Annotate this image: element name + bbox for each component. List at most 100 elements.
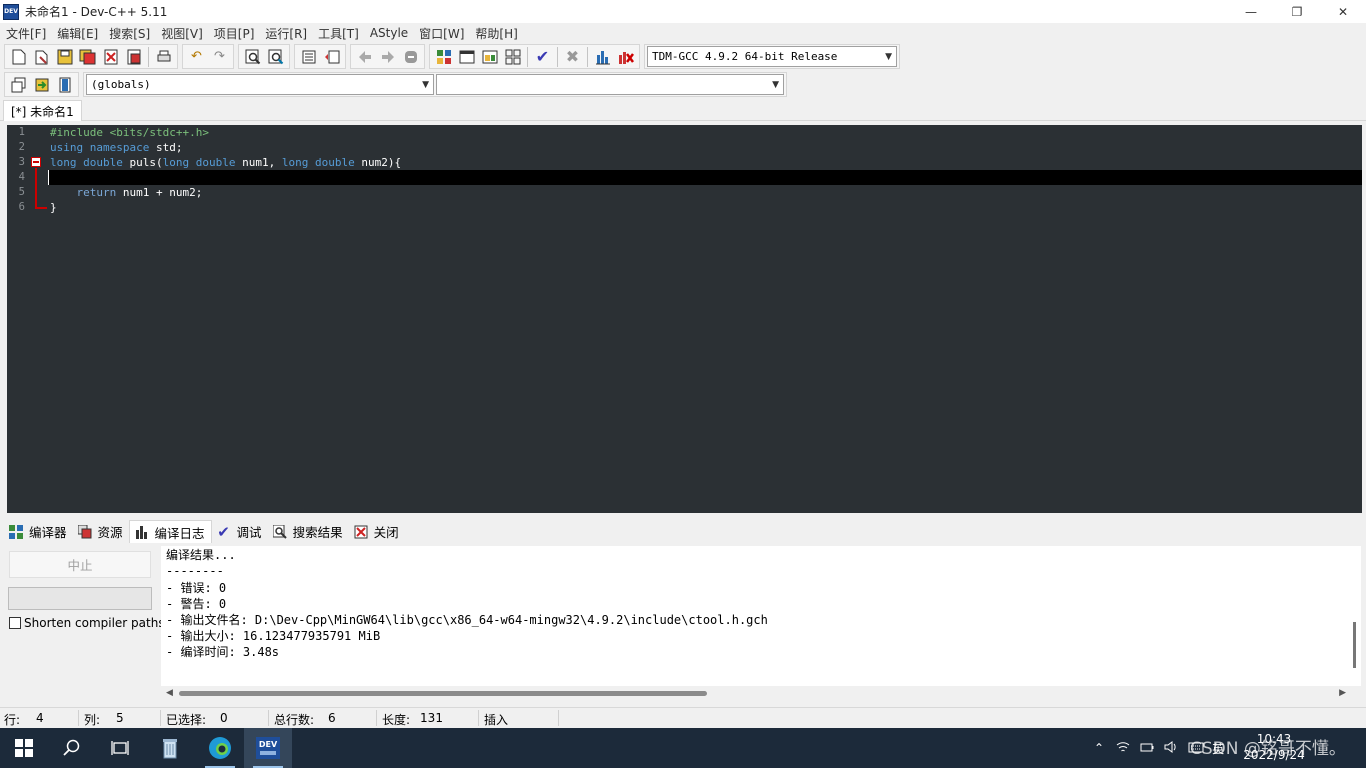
code-token: double bbox=[195, 156, 236, 169]
close-icon bbox=[353, 524, 369, 540]
scroll-left-icon[interactable]: ◀ bbox=[166, 688, 173, 698]
insert-snippet-icon[interactable] bbox=[7, 74, 30, 96]
scroll-right-icon[interactable]: ▶ bbox=[1339, 688, 1346, 698]
close-window-button[interactable]: ✕ bbox=[1320, 0, 1366, 23]
shorten-paths-checkbox[interactable] bbox=[9, 617, 21, 629]
scrollbar-thumb[interactable] bbox=[179, 691, 707, 696]
tab-resources-label: 资源 bbox=[97, 525, 123, 540]
compiler-toolbar: TDM-GCC 4.9.2 64-bit Release ▼ bbox=[644, 44, 900, 69]
save-all-icon[interactable] bbox=[76, 46, 99, 68]
edge-browser-icon[interactable] bbox=[196, 728, 244, 768]
status-divider bbox=[558, 710, 559, 726]
scope-select-value: (globals) bbox=[91, 78, 151, 91]
task-view-icon[interactable] bbox=[96, 728, 144, 768]
tab-resources[interactable]: 资源 bbox=[73, 520, 129, 543]
goto-line-icon[interactable] bbox=[399, 46, 422, 68]
recycle-bin-icon[interactable] bbox=[146, 728, 194, 768]
member-select[interactable]: ▼ bbox=[436, 74, 784, 95]
code-token: long bbox=[281, 156, 309, 169]
tab-debug[interactable]: ✔ 调试 bbox=[212, 520, 268, 543]
battery-icon[interactable] bbox=[1140, 741, 1154, 756]
search-icon bbox=[272, 524, 288, 540]
log-line: - 输出文件名: D:\Dev-Cpp\MinGW64\lib\gcc\x86_… bbox=[166, 613, 768, 627]
add-to-project-icon[interactable] bbox=[478, 46, 501, 68]
windows-taskbar: DEV ⌃ 英 10:43 2022/9/24 bbox=[0, 728, 1366, 768]
new-file-icon[interactable] bbox=[7, 46, 30, 68]
tab-search-results[interactable]: 搜索结果 bbox=[268, 520, 349, 543]
shorten-paths-option[interactable]: Shorten compiler paths bbox=[9, 616, 165, 630]
search-icon[interactable] bbox=[48, 728, 96, 768]
status-divider bbox=[376, 710, 377, 726]
print-icon[interactable] bbox=[152, 46, 175, 68]
menu-run[interactable]: 运行[R] bbox=[261, 25, 311, 42]
open-file-icon[interactable] bbox=[30, 46, 53, 68]
project-options-icon[interactable] bbox=[455, 46, 478, 68]
stop-execution-icon[interactable]: ✖ bbox=[561, 46, 584, 68]
devcpp-taskbar-icon[interactable]: DEV bbox=[244, 728, 292, 768]
fold-collapse-icon[interactable] bbox=[31, 157, 41, 167]
close-all-icon[interactable] bbox=[122, 46, 145, 68]
network-icon[interactable] bbox=[1116, 741, 1130, 756]
log-vertical-scrollbar[interactable] bbox=[1351, 546, 1361, 686]
chevron-up-icon[interactable]: ⌃ bbox=[1094, 741, 1104, 755]
menu-file[interactable]: 文件[F] bbox=[2, 25, 50, 42]
menu-view[interactable]: 视图[V] bbox=[157, 25, 207, 42]
status-mode-label: 插入 bbox=[484, 713, 509, 727]
chevron-down-icon: ▼ bbox=[772, 79, 779, 90]
scope-select[interactable]: (globals) ▼ bbox=[86, 74, 434, 95]
class-browser-icon[interactable] bbox=[501, 46, 524, 68]
new-project-icon[interactable] bbox=[432, 46, 455, 68]
status-length: 长度: 131 bbox=[382, 711, 443, 728]
tab-close-panel[interactable]: 关闭 bbox=[349, 520, 405, 543]
status-divider bbox=[268, 710, 269, 726]
menu-search[interactable]: 搜索[S] bbox=[105, 25, 154, 42]
menu-project[interactable]: 项目[P] bbox=[210, 25, 259, 42]
tab-untitled1[interactable]: [*] 未命名1 bbox=[3, 100, 82, 121]
code-line: long double puls(long double num1, long … bbox=[50, 155, 401, 170]
redo-icon[interactable]: ↷ bbox=[208, 46, 231, 68]
tab-compiler[interactable]: 编译器 bbox=[4, 520, 73, 543]
find-icon[interactable] bbox=[241, 46, 264, 68]
log-horizontal-scrollbar[interactable]: ◀ ▶ bbox=[161, 686, 1351, 700]
undo-icon[interactable]: ↶ bbox=[185, 46, 208, 68]
unindent-icon[interactable] bbox=[320, 46, 343, 68]
log-line: 编译结果... bbox=[166, 548, 236, 562]
profile-chart-icon[interactable] bbox=[591, 46, 614, 68]
indent-icon[interactable] bbox=[297, 46, 320, 68]
toolbar-separator bbox=[148, 46, 149, 67]
code-editor[interactable]: 1 2 3 4 5 6 #include <bits/stdc++.h> usin… bbox=[7, 125, 1362, 513]
menu-tools[interactable]: 工具[T] bbox=[314, 25, 363, 42]
menu-help[interactable]: 帮助[H] bbox=[471, 25, 521, 42]
menu-edit[interactable]: 编辑[E] bbox=[53, 25, 102, 42]
bar-chart-icon bbox=[134, 524, 150, 540]
next-bookmark-icon[interactable] bbox=[376, 46, 399, 68]
close-file-icon[interactable] bbox=[99, 46, 122, 68]
bottom-panel-tabs: 编译器 资源 编译日志 ✔ 调试 搜索结果 关闭 bbox=[0, 519, 1366, 544]
save-icon[interactable] bbox=[53, 46, 76, 68]
status-selection: 已选择: 0 bbox=[166, 711, 228, 728]
status-bar: 行: 4 列: 5 已选择: 0 总行数: 6 长度: 131 插入 bbox=[0, 707, 1366, 728]
minimize-button[interactable]: — bbox=[1228, 0, 1274, 23]
scope-toolbar: (globals) ▼ ▼ bbox=[83, 72, 787, 97]
tab-compile-log[interactable]: 编译日志 bbox=[128, 520, 212, 543]
replace-icon[interactable] bbox=[264, 46, 287, 68]
goto-declaration-icon[interactable] bbox=[30, 74, 53, 96]
compiler-select[interactable]: TDM-GCC 4.9.2 64-bit Release ▼ bbox=[647, 46, 897, 67]
previous-bookmark-icon[interactable] bbox=[353, 46, 376, 68]
status-total-lines-value: 6 bbox=[328, 711, 336, 725]
menu-astyle[interactable]: AStyle bbox=[366, 26, 412, 40]
compile-check-icon[interactable]: ✔ bbox=[531, 46, 554, 68]
menu-window[interactable]: 窗口[W] bbox=[415, 25, 468, 42]
line-number: 2 bbox=[18, 141, 25, 153]
abort-compile-button[interactable]: 中止 bbox=[9, 551, 151, 578]
windows-start-icon[interactable] bbox=[0, 728, 48, 768]
misc-toolbar bbox=[4, 72, 79, 97]
toggle-bookmark-icon[interactable] bbox=[53, 74, 76, 96]
compile-log-output[interactable]: 编译结果... -------- - 错误: 0 - 警告: 0 - 输出文件名… bbox=[161, 546, 1351, 686]
log-line: - 编译时间: 3.48s bbox=[166, 645, 280, 659]
volume-icon[interactable] bbox=[1164, 740, 1178, 756]
code-token: num1 + num2; bbox=[116, 186, 203, 199]
restore-button[interactable]: ❐ bbox=[1274, 0, 1320, 23]
delete-profile-icon[interactable] bbox=[614, 46, 637, 68]
scrollbar-thumb[interactable] bbox=[1353, 622, 1356, 668]
